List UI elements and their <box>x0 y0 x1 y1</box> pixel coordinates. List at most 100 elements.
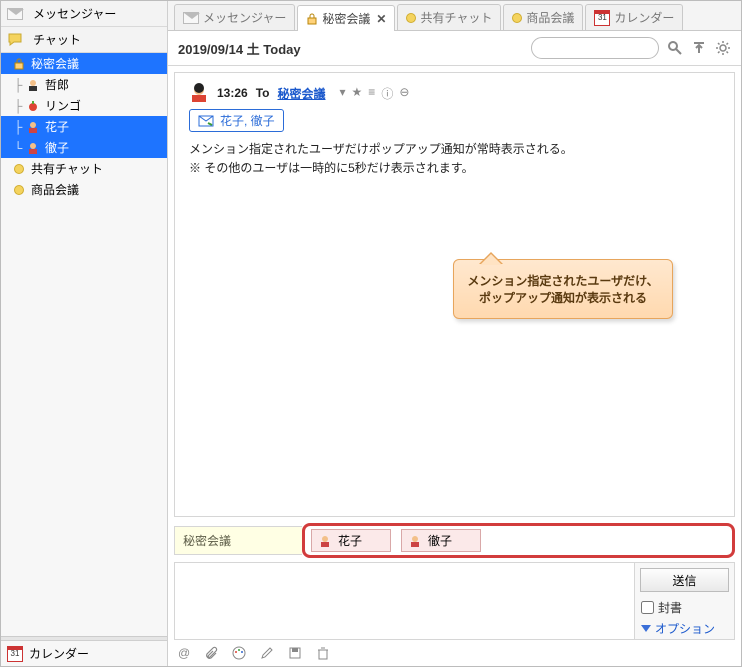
tree-branch-icon: └ <box>11 141 25 155</box>
save-icon[interactable] <box>288 646 302 660</box>
lock-icon <box>306 13 318 25</box>
send-button[interactable]: 送信 <box>640 568 729 592</box>
sidebar: メッセンジャー チャット 秘密会議 ├ 哲郎 ├ リンゴ <box>1 1 168 666</box>
sealed-label: 封書 <box>658 599 682 616</box>
annotation-callout: メンション指定されたユーザだけ、 ポップアップ通知が表示される <box>453 259 673 319</box>
chat-bubble-icon <box>7 32 23 48</box>
sidebar-member-label: 徹子 <box>45 139 69 156</box>
sidebar-chat-label: チャット <box>33 31 81 48</box>
tab-label: メッセンジャー <box>203 9 286 26</box>
edit-icon[interactable] <box>260 646 274 660</box>
sidebar-tree: 秘密会議 ├ 哲郎 ├ リンゴ ├ 花子 └ 徹子 <box>1 53 167 636</box>
recipient-chips-highlight: 花子 徹子 <box>302 523 735 558</box>
triangle-down-icon <box>641 625 651 632</box>
recipient-room-label[interactable]: 秘密会議 <box>174 526 302 555</box>
sidebar-room-label: 商品会議 <box>31 181 79 198</box>
sidebar-section-messenger[interactable]: メッセンジャー <box>1 1 167 27</box>
sidebar-member-label: リンゴ <box>45 97 81 114</box>
user-avatar-icon <box>25 77 41 93</box>
search-icon[interactable] <box>667 40 683 56</box>
user-avatar-icon <box>318 534 332 548</box>
chevron-down-icon[interactable]: ▾ <box>340 85 346 102</box>
recipient-chip[interactable]: 徹子 <box>401 529 481 552</box>
star-icon[interactable]: ★ <box>352 85 363 102</box>
sidebar-member[interactable]: ├ 哲郎 <box>1 74 167 95</box>
tab-label: 秘密会議 <box>322 10 370 27</box>
attach-icon[interactable] <box>204 646 218 660</box>
mention-icon[interactable]: @ <box>178 646 190 660</box>
tab-bar: メッセンジャー 秘密会議 ✕ 共有チャット 商品会議 31 カレンダー <box>168 1 741 31</box>
user-avatar-icon <box>408 534 422 548</box>
scroll-top-icon[interactable] <box>691 40 707 56</box>
sidebar-member-label: 花子 <box>45 118 69 135</box>
tree-branch-icon: ├ <box>11 120 25 134</box>
chip-label: 花子 <box>338 532 362 549</box>
message-input[interactable] <box>175 563 634 639</box>
message-to-label: To <box>256 86 270 100</box>
message-body: メンション指定されたユーザだけポップアップ通知が常時表示される。 ※ その他のユ… <box>189 140 720 178</box>
calendar-icon: 31 <box>594 10 610 26</box>
sealed-checkbox-row[interactable]: 封書 <box>635 597 734 618</box>
list-icon[interactable]: ≡ <box>368 85 375 102</box>
recipient-chip[interactable]: 花子 <box>311 529 391 552</box>
envelope-icon <box>183 12 199 24</box>
compose-toolbar: @ <box>168 640 741 666</box>
recipient-row: 秘密会議 花子 徹子 <box>174 523 735 558</box>
main-panel: メッセンジャー 秘密会議 ✕ 共有チャット 商品会議 31 カレンダー 2019… <box>168 1 741 666</box>
palette-icon[interactable] <box>232 646 246 660</box>
tree-branch-icon: ├ <box>11 78 25 92</box>
sidebar-room-shared[interactable]: 共有チャット <box>1 158 167 179</box>
mention-names: 花子, 徹子 <box>220 112 275 129</box>
mention-badge[interactable]: 花子, 徹子 <box>189 109 284 132</box>
sidebar-room-product[interactable]: 商品会議 <box>1 179 167 200</box>
tab-calendar[interactable]: 31 カレンダー <box>585 4 683 30</box>
mail-reply-icon <box>198 115 214 127</box>
apple-icon <box>25 98 41 114</box>
sidebar-room-label: 秘密会議 <box>31 55 79 72</box>
dot-icon <box>11 161 27 177</box>
sidebar-member-label: 哲郎 <box>45 76 69 93</box>
dot-icon <box>406 13 416 23</box>
tree-branch-icon: ├ <box>11 99 25 113</box>
tab-close-icon[interactable]: ✕ <box>376 12 386 26</box>
sidebar-member[interactable]: ├ 花子 <box>1 116 167 137</box>
user-avatar-icon <box>25 140 41 156</box>
user-avatar-icon <box>189 83 209 103</box>
trash-icon[interactable] <box>316 646 330 660</box>
sidebar-member[interactable]: ├ リンゴ <box>1 95 167 116</box>
info-icon[interactable]: ⓘ <box>381 85 393 102</box>
search-input[interactable] <box>531 37 659 59</box>
lock-icon <box>11 56 27 72</box>
tab-messenger[interactable]: メッセンジャー <box>174 4 295 30</box>
current-date: 2019/09/14 土 Today <box>178 39 301 58</box>
dot-icon <box>512 13 522 23</box>
sidebar-member[interactable]: └ 徹子 <box>1 137 167 158</box>
gear-icon[interactable] <box>715 40 731 56</box>
options-label: オプション <box>655 620 715 637</box>
message-header: 13:26 To 秘密会議 ▾ ★ ≡ ⓘ ⊖ <box>189 83 720 103</box>
compose-area: 送信 封書 オプション <box>174 562 735 640</box>
tab-product[interactable]: 商品会議 <box>503 4 583 30</box>
dot-icon <box>11 182 27 198</box>
user-avatar-icon <box>25 119 41 135</box>
sidebar-section-calendar[interactable]: 31 カレンダー <box>1 640 167 666</box>
conversation-area: 13:26 To 秘密会議 ▾ ★ ≡ ⓘ ⊖ 花子, 徹子 メンション指定され… <box>174 72 735 517</box>
sidebar-room-secret[interactable]: 秘密会議 <box>1 53 167 74</box>
tab-shared[interactable]: 共有チャット <box>397 4 501 30</box>
tab-label: 共有チャット <box>420 9 492 26</box>
sidebar-messenger-label: メッセンジャー <box>33 5 116 22</box>
tab-secret[interactable]: 秘密会議 ✕ <box>297 5 395 31</box>
message-line: ※ その他のユーザは一時的に5秒だけ表示されます。 <box>189 159 720 178</box>
callout-line: メンション指定されたユーザだけ、 <box>464 272 662 289</box>
sidebar-section-chat[interactable]: チャット <box>1 27 167 53</box>
minus-icon[interactable]: ⊖ <box>399 85 409 102</box>
sidebar-calendar-label: カレンダー <box>29 645 89 662</box>
options-toggle[interactable]: オプション <box>635 618 734 639</box>
message-to-room[interactable]: 秘密会議 <box>277 85 325 102</box>
sidebar-room-label: 共有チャット <box>31 160 103 177</box>
tab-label: 商品会議 <box>526 9 574 26</box>
compose-side-panel: 送信 封書 オプション <box>634 563 734 639</box>
callout-line: ポップアップ通知が表示される <box>464 289 662 306</box>
date-toolbar: 2019/09/14 土 Today <box>168 31 741 66</box>
sealed-checkbox[interactable] <box>641 601 654 614</box>
